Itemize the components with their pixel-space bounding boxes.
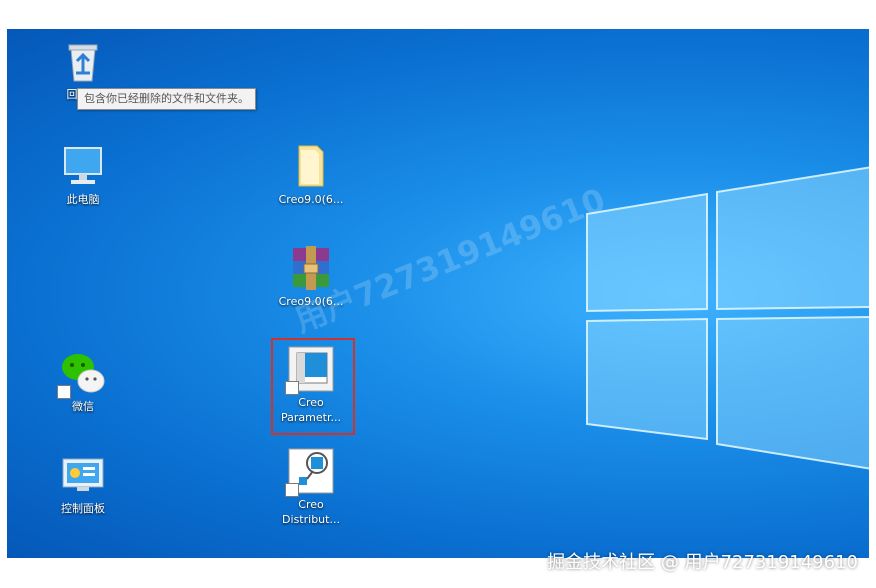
- screenshot-page: 回收站 包含你已经删除的文件和文件夹。 此电脑 Cre: [0, 0, 876, 588]
- creo-distributed-icon: [285, 447, 335, 497]
- folder-icon: [287, 142, 335, 190]
- desktop-icon-this-pc[interactable]: 此电脑: [46, 142, 120, 207]
- desktop-icon-creo-folder[interactable]: Creo9.0(6...: [274, 142, 348, 207]
- control-panel-icon: [59, 451, 107, 499]
- windows-logo: [586, 166, 869, 470]
- desktop[interactable]: 回收站 包含你已经删除的文件和文件夹。 此电脑 Cre: [7, 29, 869, 558]
- wechat-label: 微信: [72, 400, 94, 413]
- control-panel-label: 控制面板: [61, 502, 105, 515]
- desktop-icon-wechat[interactable]: 微信: [46, 349, 120, 414]
- desktop-icon-creo-distributed[interactable]: Creo Distribut...: [274, 447, 348, 527]
- selection-highlight-box: [271, 338, 355, 435]
- creo-distributed-label: Creo Distribut...: [282, 498, 340, 526]
- shortcut-arrow-icon: [285, 483, 299, 497]
- computer-icon: [59, 142, 107, 190]
- shortcut-arrow-icon: [57, 385, 71, 399]
- site-watermark: 掘金技术社区 @ 用户727319149610: [547, 552, 858, 573]
- recycle-bin-tooltip: 包含你已经删除的文件和文件夹。: [77, 88, 256, 110]
- creo-folder-label: Creo9.0(6...: [278, 193, 344, 206]
- wechat-icon: [57, 349, 107, 399]
- recycle-bin-icon: [59, 37, 107, 85]
- this-pc-label: 此电脑: [66, 193, 100, 206]
- desktop-icon-control-panel[interactable]: 控制面板: [46, 451, 120, 516]
